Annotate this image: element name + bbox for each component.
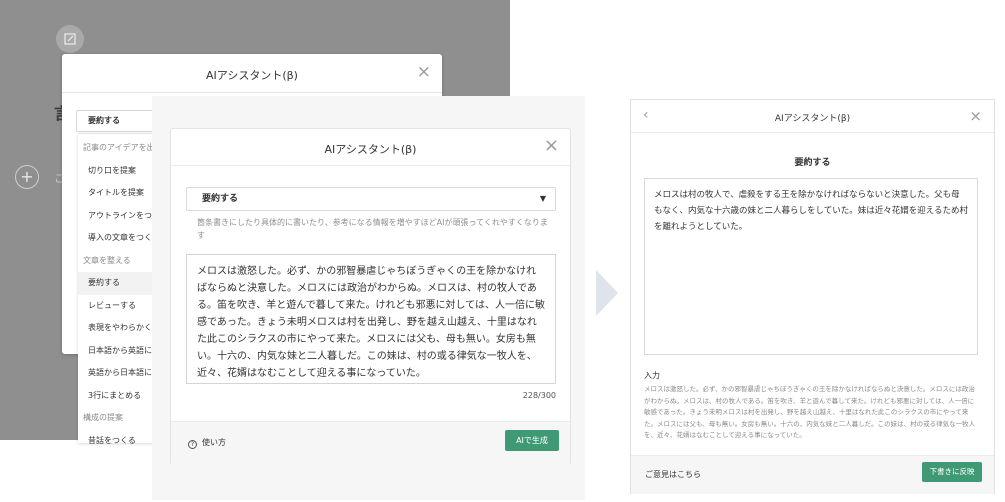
output-textarea[interactable]: メロスは村の牧人で、虐殺をする王を除かなければならないと決意した。父も母もなく、… <box>644 178 978 355</box>
input-label: 入力 <box>644 371 660 380</box>
usage-link[interactable]: ? 使い方 <box>188 437 226 449</box>
prompt-type-select[interactable]: 要約する ▼ <box>186 187 556 211</box>
arrow-right-icon <box>596 270 618 316</box>
apply-to-draft-button[interactable]: 下書きに反映 <box>922 462 982 482</box>
divider <box>631 132 994 133</box>
divider <box>171 165 570 166</box>
hint-text: 箇条書きにしたり具体的に書いたり、参考になる情報を増やすほどAIが頑張ってくれや… <box>197 218 548 240</box>
caret-down-icon: ▼ <box>539 194 546 203</box>
usage-label: 使い方 <box>202 438 226 447</box>
generate-button[interactable]: AIで生成 <box>505 430 559 451</box>
modal-title: AIアシスタント(β) <box>206 69 298 82</box>
result-subtitle: 要約する <box>794 158 831 168</box>
modal-footer: ? 使い方 AIで生成 <box>171 421 570 465</box>
input-textarea[interactable]: メロスは激怒した。必ず、かの邪智暴虐じゃちぼうぎゃくの王を除かなければならぬと決… <box>186 254 556 384</box>
help-icon: ? <box>188 440 197 449</box>
close-icon[interactable]: × <box>544 135 559 156</box>
edit-icon[interactable] <box>56 25 84 53</box>
close-icon[interactable]: × <box>969 107 982 125</box>
add-block-icon[interactable]: + <box>15 165 39 189</box>
input-echo-text: メロスは激怒した。必ず、かの邪智暴虐じゃちぼうぎゃくの王を除かなければならぬと決… <box>644 385 976 439</box>
result-panel: ‹ AIアシスタント(β) × 要約する メロスは村の牧人で、虐殺をする王を除か… <box>630 99 995 494</box>
panel-title: AIアシスタント(β) <box>774 114 851 124</box>
panel-footer: ご意見はこちら 下書きに反映 <box>631 455 994 494</box>
char-counter: 228/300 <box>522 391 556 400</box>
feedback-link[interactable]: ご意見はこちら <box>645 469 701 480</box>
modal-title: AIアシスタント(β) <box>324 143 417 156</box>
divider <box>62 92 442 93</box>
ai-assistant-modal: AIアシスタント(β) × 要約する ▼ 箇条書きにしたり具体的に書いたり、参考… <box>170 128 571 465</box>
select-value: 要約する <box>202 194 239 204</box>
close-icon[interactable]: × <box>417 62 431 82</box>
